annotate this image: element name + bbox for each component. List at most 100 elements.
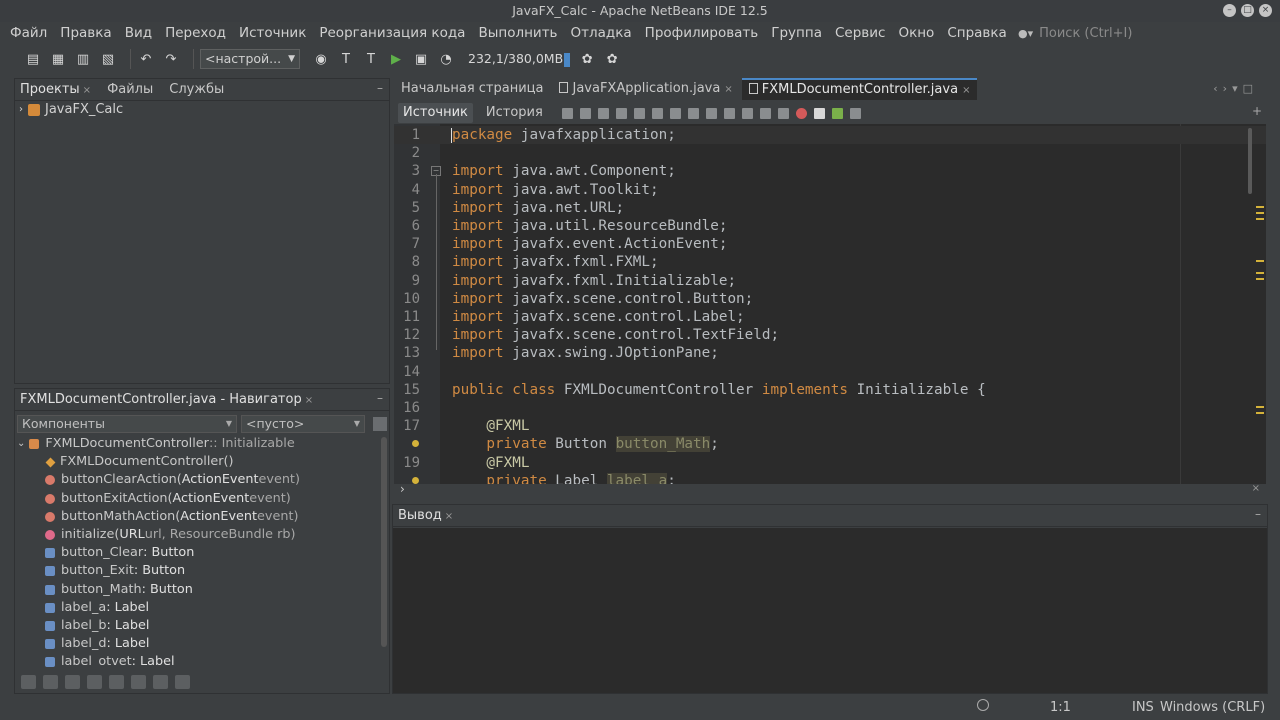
close-icon[interactable]: × [1252, 483, 1260, 494]
code-line[interactable]: private Label label_a; [394, 472, 1266, 484]
code-line[interactable]: 3− import java.awt.Component; [394, 162, 1266, 180]
sort-name-icon[interactable] [153, 675, 168, 689]
menu-help[interactable]: Справка [947, 25, 1006, 41]
code-line[interactable]: 12 import javafx.scene.control.TextField; [394, 326, 1266, 344]
debug-icon[interactable]: ▣ [412, 50, 430, 68]
menu-file[interactable]: Файл [10, 25, 47, 41]
toggle-bookmark-icon[interactable] [741, 107, 753, 119]
memory-indicator[interactable]: 232,1/380,0MB [468, 51, 571, 67]
tab-javafxapplication[interactable]: JavaFXApplication.java × [552, 78, 739, 100]
line-ending[interactable]: Windows (CRLF) [1160, 700, 1265, 715]
source-mode-button[interactable]: Источник [398, 103, 473, 123]
menu-profile[interactable]: Профилировать [645, 25, 759, 41]
caret-position[interactable]: 1:1 [1050, 700, 1071, 715]
redo-icon[interactable]: ↷ [162, 50, 180, 68]
maximize-icon[interactable]: □ [1241, 4, 1254, 17]
filter-java-icon[interactable] [131, 675, 146, 689]
nav-constructor-row[interactable]: FXMLDocumentController() [15, 453, 383, 471]
menu-window[interactable]: Окно [898, 25, 934, 41]
new-project-icon[interactable]: ▦ [49, 50, 67, 68]
menu-debug[interactable]: Отладка [571, 25, 632, 41]
gc-icon-2[interactable]: ✿ [603, 50, 621, 68]
menu-view[interactable]: Вид [125, 25, 152, 41]
find-next-icon[interactable] [651, 107, 663, 119]
close-icon[interactable]: × [724, 84, 732, 95]
sort-source-icon[interactable] [175, 675, 190, 689]
navigator-member-select[interactable]: <пусто> ▼ [241, 415, 365, 433]
config-select[interactable]: <настрой... ▼ [200, 49, 300, 69]
shift-right-icon[interactable] [777, 107, 789, 119]
code-line[interactable]: 10 import javafx.scene.control.Button; [394, 290, 1266, 308]
split-editor-icon[interactable]: + [1252, 104, 1262, 118]
menu-team[interactable]: Группа [771, 25, 822, 41]
chevron-right-icon[interactable]: › [19, 101, 23, 119]
code-line[interactable]: 15 public class FXMLDocumentController im… [394, 381, 1266, 399]
tab-services[interactable]: Службы [164, 79, 229, 101]
minimize-icon[interactable]: – [1255, 507, 1261, 521]
insert-mode[interactable]: INS [1132, 700, 1154, 715]
search-box[interactable]: ●▾ Поиск (Ctrl+I) [1018, 22, 1280, 44]
profile-icon[interactable]: ◔ [437, 50, 455, 68]
menu-tools[interactable]: Сервис [835, 25, 885, 41]
nav-method-row[interactable]: initialize(URL url, ResourceBundle rb) [15, 526, 383, 544]
notification-icon[interactable] [977, 699, 989, 711]
code-line[interactable]: 6 import java.util.ResourceBundle; [394, 217, 1266, 235]
gc-icon[interactable]: ✿ [578, 50, 596, 68]
hint-bulb-icon[interactable] [412, 440, 419, 448]
tab-files[interactable]: Файлы [102, 79, 158, 101]
find-selection-icon[interactable] [615, 107, 627, 119]
history-mode-button[interactable]: История [481, 103, 548, 123]
filter-static-icon[interactable] [65, 675, 80, 689]
minimize-icon[interactable]: – [377, 391, 383, 405]
output-console[interactable] [393, 528, 1267, 693]
code-line[interactable]: 14 [394, 363, 1266, 381]
nav-method-row[interactable]: buttonClearAction(ActionEvent event) [15, 471, 383, 489]
build-hammer-icon[interactable]: T [337, 50, 355, 68]
shift-left-icon[interactable] [759, 107, 771, 119]
filter-nonpublic-icon[interactable] [87, 675, 102, 689]
code-line[interactable]: 11 import javafx.scene.control.Label; [394, 308, 1266, 326]
code-line[interactable]: 16 [394, 399, 1266, 417]
code-line[interactable]: 7 import javafx.event.ActionEvent; [394, 235, 1266, 253]
code-line[interactable]: 13 import javax.swing.JOptionPane; [394, 344, 1266, 362]
editor-scrollbar[interactable] [1248, 128, 1252, 194]
code-line[interactable]: 4 import java.awt.Toolkit; [394, 181, 1266, 199]
tab-projects[interactable]: Проекты × [15, 79, 96, 101]
filter-fields-icon[interactable] [43, 675, 58, 689]
open-project-icon[interactable]: ▥ [74, 50, 92, 68]
tab-navigator[interactable]: FXMLDocumentController.java - Навигатор × [15, 389, 318, 411]
nav-method-row[interactable]: buttonExitAction(ActionEvent event) [15, 490, 383, 508]
menu-navigate[interactable]: Переход [165, 25, 226, 41]
nav-method-row[interactable]: buttonMathAction(ActionEvent event) [15, 508, 383, 526]
code-editor[interactable]: 1 package javafxapplication; 2 3− import j… [394, 124, 1266, 484]
nav-field-row[interactable]: label_d : Label [15, 635, 383, 653]
save-all-icon[interactable]: ▧ [99, 50, 117, 68]
globe-icon[interactable]: ◉ [312, 50, 330, 68]
tab-controls[interactable]: ‹›▾□ [1213, 82, 1258, 95]
nav-field-row[interactable]: button_Clear : Button [15, 544, 383, 562]
close-icon[interactable]: × [445, 511, 453, 522]
nav-class-row[interactable]: ⌄ FXMLDocumentController :: Initializabl… [15, 435, 383, 453]
close-icon[interactable]: × [1259, 4, 1272, 17]
forward-icon[interactable] [597, 107, 609, 119]
comment-icon[interactable] [831, 107, 843, 119]
clean-build-icon[interactable]: T [362, 50, 380, 68]
tab-start-page[interactable]: Начальная страница [394, 78, 550, 100]
menu-source[interactable]: Источник [239, 25, 306, 41]
menu-run[interactable]: Выполнить [478, 25, 557, 41]
filter-inherited-icon[interactable] [21, 675, 36, 689]
minimize-icon[interactable]: – [1223, 4, 1236, 17]
new-file-icon[interactable]: ▤ [24, 50, 42, 68]
code-line[interactable]: 19 @FXML [394, 454, 1266, 472]
back-icon[interactable] [579, 107, 591, 119]
run-icon[interactable]: ▶ [387, 50, 405, 68]
stop-macro-icon[interactable] [813, 107, 825, 119]
navigator-scrollbar[interactable] [381, 437, 387, 647]
last-edit-icon[interactable] [561, 107, 573, 119]
tab-fxmldocumentcontroller[interactable]: FXMLDocumentController.java × [741, 78, 978, 100]
nav-field-row[interactable]: label_otvet : Label [15, 653, 383, 667]
code-line[interactable]: 17 @FXML [394, 417, 1266, 435]
hint-bulb-icon[interactable] [412, 476, 419, 484]
close-icon[interactable]: × [83, 85, 91, 96]
close-icon[interactable]: × [305, 395, 313, 406]
